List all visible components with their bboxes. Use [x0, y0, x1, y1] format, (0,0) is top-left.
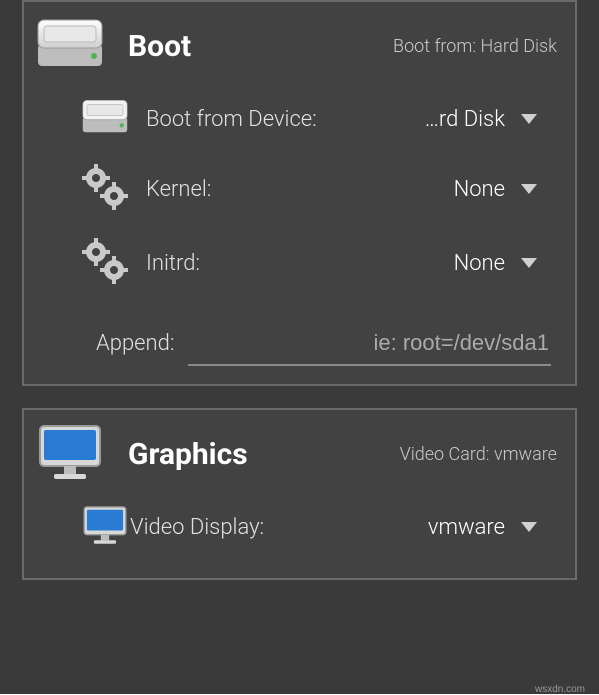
gears-icon [80, 162, 130, 216]
video-display-label: Video Display: [130, 515, 264, 540]
hard-disk-icon [80, 96, 130, 142]
graphics-header: Graphics Video Card: vmware [24, 410, 575, 494]
boot-device-label: Boot from Device: [146, 107, 317, 132]
append-input[interactable] [188, 326, 551, 366]
chevron-down-icon [521, 258, 537, 268]
append-label: Append: [96, 331, 174, 356]
hard-disk-icon [34, 14, 106, 78]
initrd-label: Initrd: [146, 251, 200, 276]
video-display-row[interactable]: Video Display: vmware [24, 494, 575, 560]
gears-icon [80, 236, 130, 290]
graphics-section: Graphics Video Card: vmware Video Displa… [22, 408, 577, 580]
append-row: Append: [24, 300, 575, 366]
video-display-value: vmware [264, 515, 521, 540]
kernel-value: None [211, 177, 521, 202]
boot-summary: Boot from: Hard Disk [191, 36, 557, 57]
boot-section: Boot Boot from: Hard Disk Boot from Devi… [22, 0, 577, 386]
graphics-title: Graphics [128, 437, 248, 472]
settings-panel: Boot Boot from: Hard Disk Boot from Devi… [0, 0, 599, 694]
boot-title: Boot [128, 29, 191, 64]
kernel-row[interactable]: Kernel: None [24, 152, 575, 226]
graphics-summary: Video Card: vmware [248, 444, 557, 465]
monitor-icon [34, 422, 106, 486]
chevron-down-icon [521, 522, 537, 532]
boot-header: Boot Boot from: Hard Disk [24, 2, 575, 86]
chevron-down-icon [521, 184, 537, 194]
monitor-icon [80, 504, 130, 550]
chevron-down-icon [521, 114, 537, 124]
initrd-row[interactable]: Initrd: None [24, 226, 575, 300]
kernel-label: Kernel: [146, 177, 211, 202]
boot-from-device-row[interactable]: Boot from Device: …rd Disk [24, 86, 575, 152]
boot-device-value: …rd Disk [317, 107, 521, 132]
initrd-value: None [200, 251, 521, 276]
watermark: wsxdn.com [535, 684, 585, 695]
